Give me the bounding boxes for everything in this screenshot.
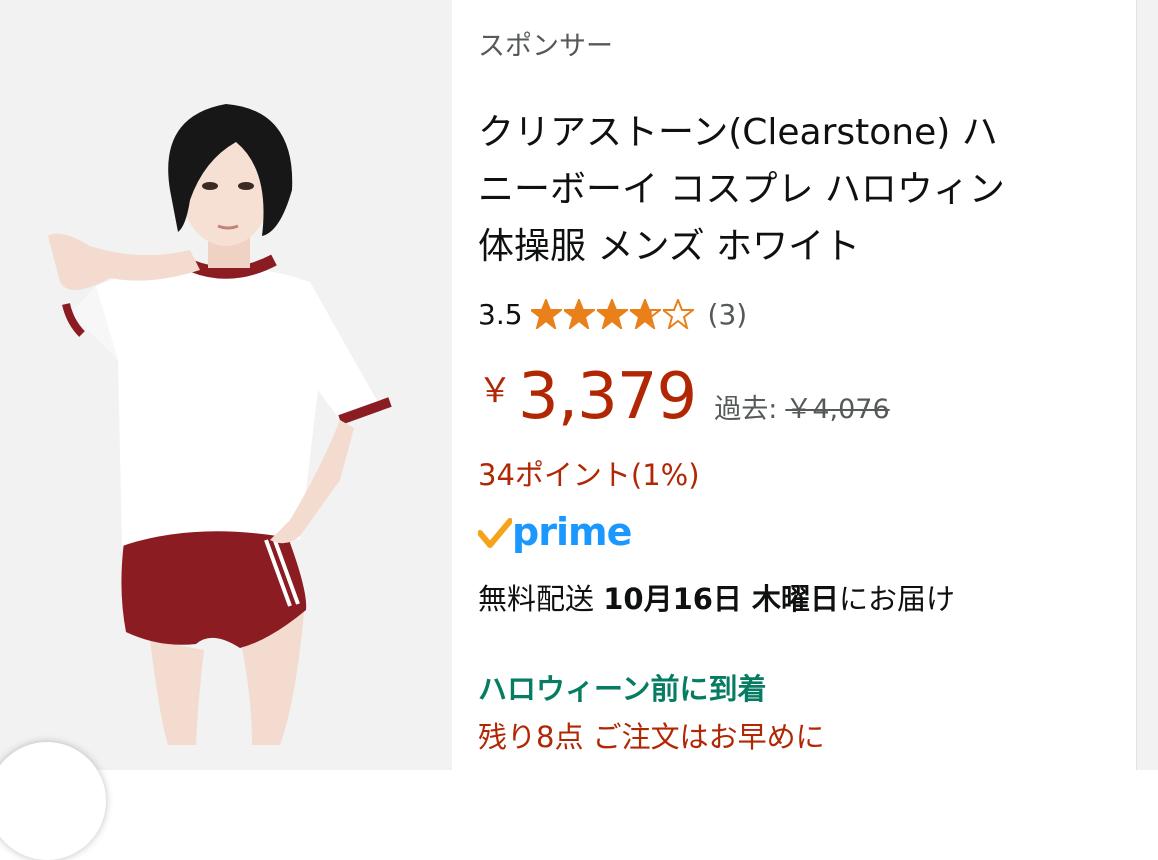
current-price: 3,379	[518, 360, 697, 434]
title-line[interactable]: クリアストーン(Clearstone) ハ	[478, 104, 1098, 161]
delivery-date: 10月16日 木曜日	[603, 582, 840, 616]
title-line[interactable]: ニーボーイ コスプレ ハロウィン	[478, 161, 1098, 218]
halloween-badge: ハロウィーン前に到着	[478, 672, 767, 706]
rating-row[interactable]: 3.5 (3)	[478, 294, 747, 334]
prime-badge: prime	[478, 510, 632, 554]
product-info: スポンサー クリアストーン(Clearstone) ハ ニーボーイ コスプレ ハ…	[478, 0, 1118, 770]
star-icon	[530, 299, 562, 329]
star-icon	[596, 299, 628, 329]
points-text: 34ポイント(1%)	[478, 458, 700, 492]
currency-symbol: ￥	[478, 371, 512, 411]
star-icon	[662, 299, 694, 329]
review-count[interactable]: (3)	[708, 298, 748, 331]
past-price-label: 過去:	[714, 394, 778, 425]
prime-check-icon	[478, 518, 512, 548]
prime-label: prime	[512, 510, 632, 554]
product-image-panel[interactable]	[0, 0, 452, 860]
delivery-text: 無料配送 10月16日 木曜日にお届け	[478, 576, 955, 618]
right-gutter	[1136, 0, 1158, 770]
product-image[interactable]	[0, 0, 452, 770]
sponsored-label: スポンサー	[478, 31, 613, 62]
price-row: ￥ 3,379 過去: ￥4,076	[478, 360, 890, 434]
delivery-prefix: 無料配送	[478, 582, 604, 616]
delivery-suffix: にお届け	[839, 582, 956, 616]
past-price: ￥4,076	[785, 394, 890, 425]
star-rating[interactable]	[530, 299, 696, 329]
star-icon	[629, 299, 661, 329]
product-title[interactable]: クリアストーン(Clearstone) ハ ニーボーイ コスプレ ハロウィン 体…	[478, 104, 1098, 275]
stock-notice: 残り8点 ご注文はお早めに	[478, 720, 825, 754]
rating-value: 3.5	[478, 297, 523, 331]
title-line[interactable]: 体操服 メンズ ホワイト	[478, 218, 1098, 275]
star-icon	[563, 299, 595, 329]
